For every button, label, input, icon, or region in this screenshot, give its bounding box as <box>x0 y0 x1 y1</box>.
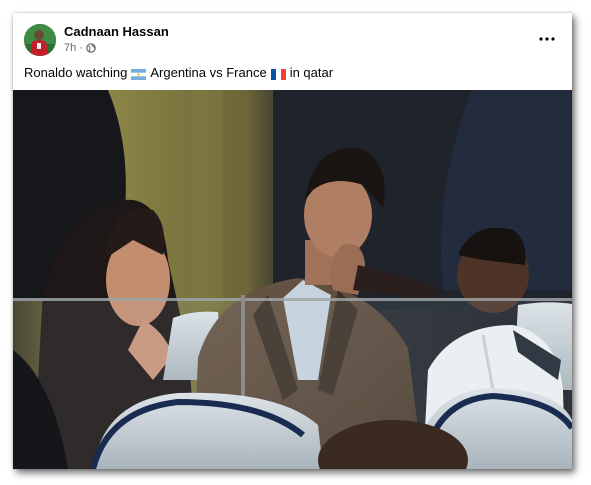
post-photo[interactable] <box>13 90 572 469</box>
post-meta: 7h · <box>64 42 96 54</box>
author-name[interactable]: Cadnaan Hassan <box>64 24 169 39</box>
author-avatar[interactable] <box>24 24 56 56</box>
caption-text-3: in qatar <box>289 65 334 80</box>
more-options-icon[interactable] <box>533 27 561 51</box>
post-header: Cadnaan Hassan 7h · <box>13 13 572 65</box>
france-flag-icon <box>270 68 286 80</box>
post-caption: Ronaldo watching Argentina vs France in … <box>24 65 564 81</box>
post-timestamp[interactable]: 7h <box>64 42 76 54</box>
caption-text-1: Ronaldo watching <box>24 65 128 80</box>
facebook-post-card: Cadnaan Hassan 7h · Ronaldo watching Arg… <box>13 13 572 469</box>
argentina-flag-icon <box>131 68 147 80</box>
caption-text-2: Argentina vs France <box>150 65 267 80</box>
globe-icon <box>86 43 96 53</box>
meta-separator: · <box>79 42 83 54</box>
